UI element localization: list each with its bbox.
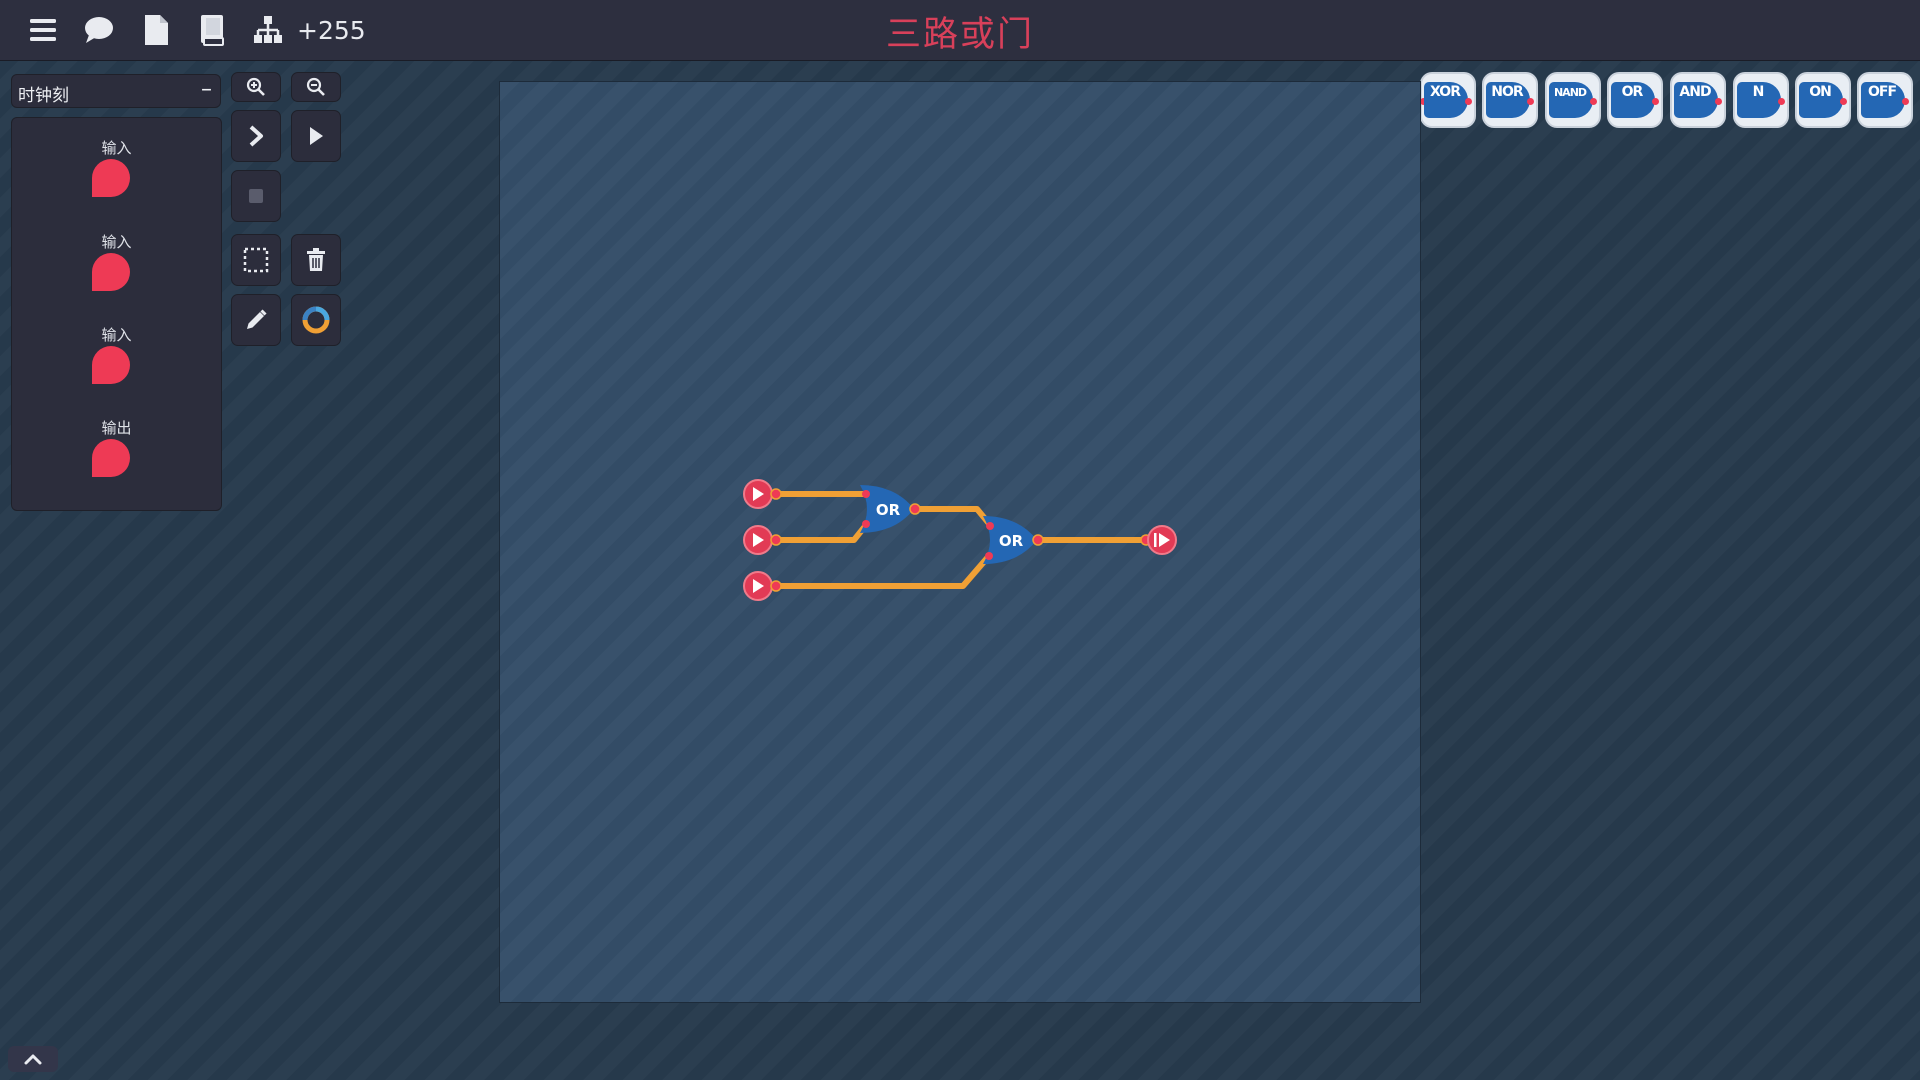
play-icon bbox=[310, 127, 323, 145]
select-icon bbox=[243, 247, 269, 273]
circuit-or-gate-2[interactable]: OR bbox=[983, 516, 1044, 564]
palette-gate-not[interactable]: N bbox=[1733, 72, 1789, 128]
clock-tick-label: 时钟刻 bbox=[18, 86, 69, 106]
wire-in3-or2[interactable] bbox=[773, 554, 991, 589]
play-button[interactable] bbox=[291, 110, 341, 162]
delete-button[interactable] bbox=[291, 234, 341, 286]
input-pin-icon[interactable] bbox=[92, 159, 130, 197]
gate-label: N bbox=[1752, 84, 1765, 100]
palette-gate-nand[interactable]: NAND bbox=[1545, 72, 1601, 128]
zoom-out-button[interactable] bbox=[291, 72, 341, 102]
expand-panel-button[interactable] bbox=[8, 1046, 58, 1072]
gate-output-pin bbox=[1902, 98, 1909, 105]
circuit-input-2[interactable] bbox=[743, 525, 782, 555]
circuit-canvas[interactable]: OR OR bbox=[499, 81, 1421, 1003]
select-button[interactable] bbox=[231, 234, 281, 286]
stop-button[interactable] bbox=[231, 170, 281, 222]
io-item-label: 输入 bbox=[101, 233, 132, 251]
trash-icon bbox=[307, 248, 325, 271]
collapse-button[interactable]: – bbox=[201, 77, 212, 102]
io-item-label: 输入 bbox=[101, 326, 132, 344]
circuit-output-1[interactable] bbox=[1140, 525, 1177, 555]
circuit-input-3[interactable] bbox=[743, 571, 782, 601]
io-item-label: 输入 bbox=[101, 139, 132, 157]
zoom-in-button[interactable] bbox=[231, 72, 281, 102]
palette-gate-or[interactable]: OR bbox=[1607, 72, 1663, 128]
gate-label: ON bbox=[1809, 84, 1832, 100]
palette-gate-xor[interactable]: XOR bbox=[1420, 72, 1476, 128]
gate-output-pin bbox=[1652, 98, 1659, 105]
io-panel: 输入 输入 输入 输出 bbox=[11, 117, 222, 511]
color-ring-icon bbox=[302, 306, 330, 334]
io-item-input-1[interactable]: 输入 bbox=[12, 137, 223, 217]
circuit-or-gate-1[interactable]: OR bbox=[860, 485, 921, 533]
io-item-input-2[interactable]: 输入 bbox=[12, 231, 223, 311]
chevron-up-icon bbox=[24, 1054, 42, 1065]
palette-gate-nor[interactable]: NOR bbox=[1482, 72, 1538, 128]
top-bar: +255 三路或门 bbox=[0, 0, 1920, 61]
wire-or1-or2[interactable] bbox=[912, 506, 994, 529]
step-button[interactable] bbox=[231, 110, 281, 162]
gate-output-pin bbox=[1778, 98, 1785, 105]
zoom-in-icon bbox=[246, 77, 265, 96]
output-pin-icon[interactable] bbox=[92, 439, 130, 477]
wire-in2-or1[interactable] bbox=[773, 522, 869, 543]
gate-output-pin bbox=[1590, 98, 1597, 105]
gate-label: AND bbox=[1679, 84, 1711, 100]
gate-output-pin bbox=[1465, 98, 1472, 105]
gate-label: OR bbox=[1621, 84, 1644, 100]
gate-label: OR bbox=[999, 532, 1024, 550]
stop-icon bbox=[249, 189, 263, 203]
io-item-input-3[interactable]: 输入 bbox=[12, 324, 223, 404]
level-title: 三路或门 bbox=[885, 15, 1034, 55]
step-icon bbox=[249, 125, 263, 147]
palette-gate-and[interactable]: AND bbox=[1670, 72, 1726, 128]
input-pin-icon[interactable] bbox=[92, 346, 130, 384]
pencil-button[interactable] bbox=[231, 294, 281, 346]
zoom-out-icon bbox=[306, 77, 325, 96]
input-pin-icon[interactable] bbox=[92, 253, 130, 291]
gate-label: OR bbox=[876, 501, 901, 519]
gate-label: XOR bbox=[1430, 84, 1461, 100]
palette-gate-off[interactable]: OFF bbox=[1857, 72, 1913, 128]
gate-label: OFF bbox=[1867, 84, 1897, 100]
gate-output-pin bbox=[1527, 98, 1534, 105]
color-button[interactable] bbox=[291, 294, 341, 346]
palette-gate-on[interactable]: ON bbox=[1795, 72, 1851, 128]
clock-tick-selector[interactable]: 时钟刻 – bbox=[11, 74, 221, 108]
gate-output-pin bbox=[1840, 98, 1847, 105]
gate-label: NAND bbox=[1553, 86, 1587, 99]
circuit-input-1[interactable] bbox=[743, 479, 782, 509]
gate-output-pin bbox=[1715, 98, 1722, 105]
io-item-output-1[interactable]: 输出 bbox=[12, 417, 223, 497]
pencil-icon bbox=[247, 309, 267, 329]
gate-label: NOR bbox=[1491, 84, 1523, 100]
io-item-label: 输出 bbox=[101, 419, 132, 437]
